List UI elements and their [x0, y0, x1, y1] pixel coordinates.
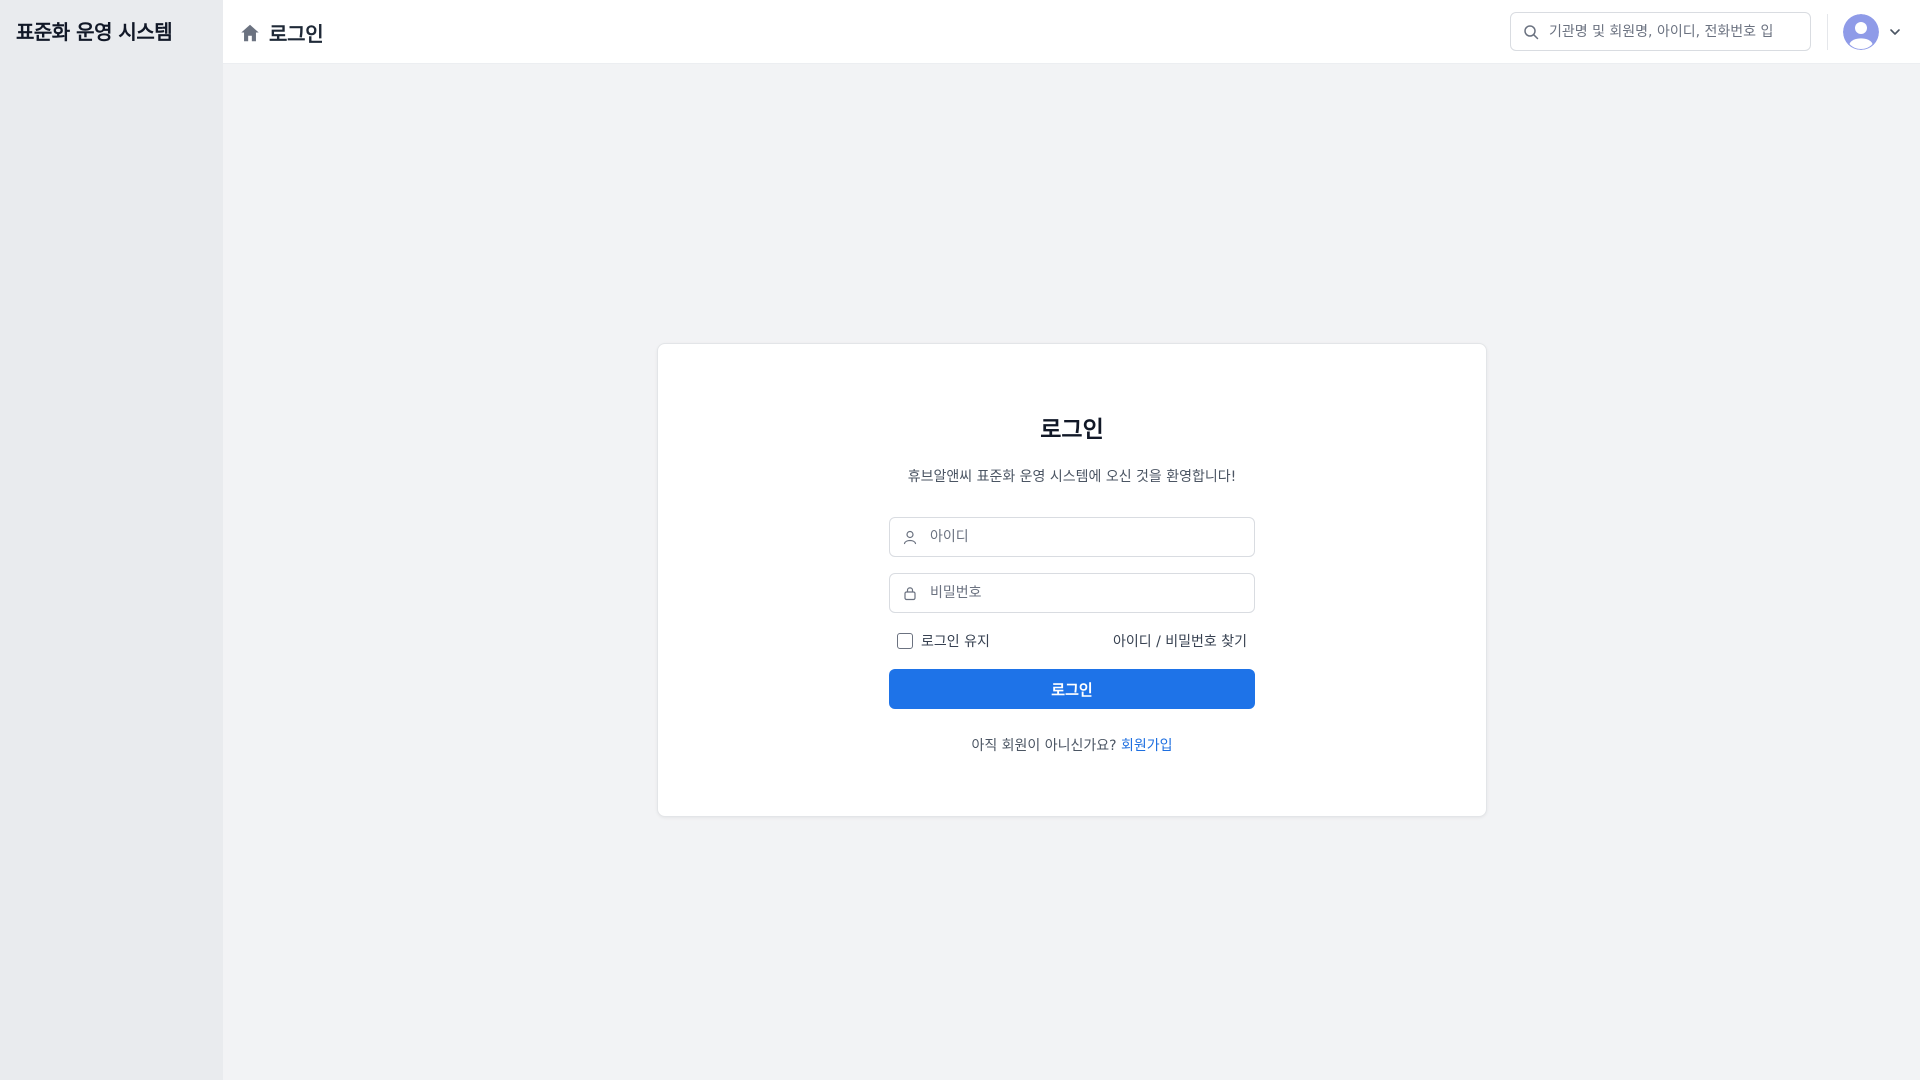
login-title: 로그인 — [1040, 417, 1104, 443]
remember-label[interactable]: 로그인 유지 — [921, 631, 990, 651]
search-box[interactable] — [1510, 12, 1811, 51]
signup-prompt: 아직 회원이 아니신가요? — [971, 738, 1117, 754]
home-icon[interactable] — [239, 22, 261, 44]
user-avatar-icon[interactable] — [1843, 14, 1879, 50]
find-account-link[interactable]: 아이디 / 비밀번호 찾기 — [1113, 631, 1247, 651]
id-field[interactable] — [889, 517, 1255, 557]
page-title: 로그인 — [269, 22, 324, 46]
remember-checkbox[interactable] — [897, 633, 913, 649]
header-divider — [1827, 14, 1828, 50]
login-options: 로그인 유지 아이디 / 비밀번호 찾기 — [889, 630, 1255, 650]
breadcrumb: 로그인 — [239, 18, 324, 47]
sidebar: 표준화 운영 시스템 — [0, 0, 223, 1080]
password-field[interactable] — [889, 573, 1255, 613]
login-subtitle: 휴브알앤씨 표준화 운영 시스템에 오신 것을 환영합니다! — [907, 469, 1237, 485]
search-icon — [1524, 24, 1539, 39]
top-bar: 로그인 — [223, 0, 1920, 64]
login-card: 로그인 휴브알앤씨 표준화 운영 시스템에 오신 것을 환영합니다! 로그인 유… — [657, 343, 1487, 817]
login-button[interactable]: 로그인 — [889, 669, 1255, 709]
password-input[interactable] — [930, 585, 1230, 601]
remember-login[interactable]: 로그인 유지 — [897, 631, 990, 651]
id-input[interactable] — [930, 529, 1230, 545]
chevron-down-icon[interactable] — [1887, 24, 1903, 40]
brand-title[interactable]: 표준화 운영 시스템 — [16, 16, 173, 45]
lock-icon — [904, 587, 916, 601]
signup-link[interactable]: 회원가입 — [1121, 738, 1173, 754]
search-input[interactable] — [1549, 23, 1799, 40]
user-icon — [903, 530, 917, 545]
signup-row: 아직 회원이 아니신가요? 회원가입 — [658, 735, 1486, 755]
